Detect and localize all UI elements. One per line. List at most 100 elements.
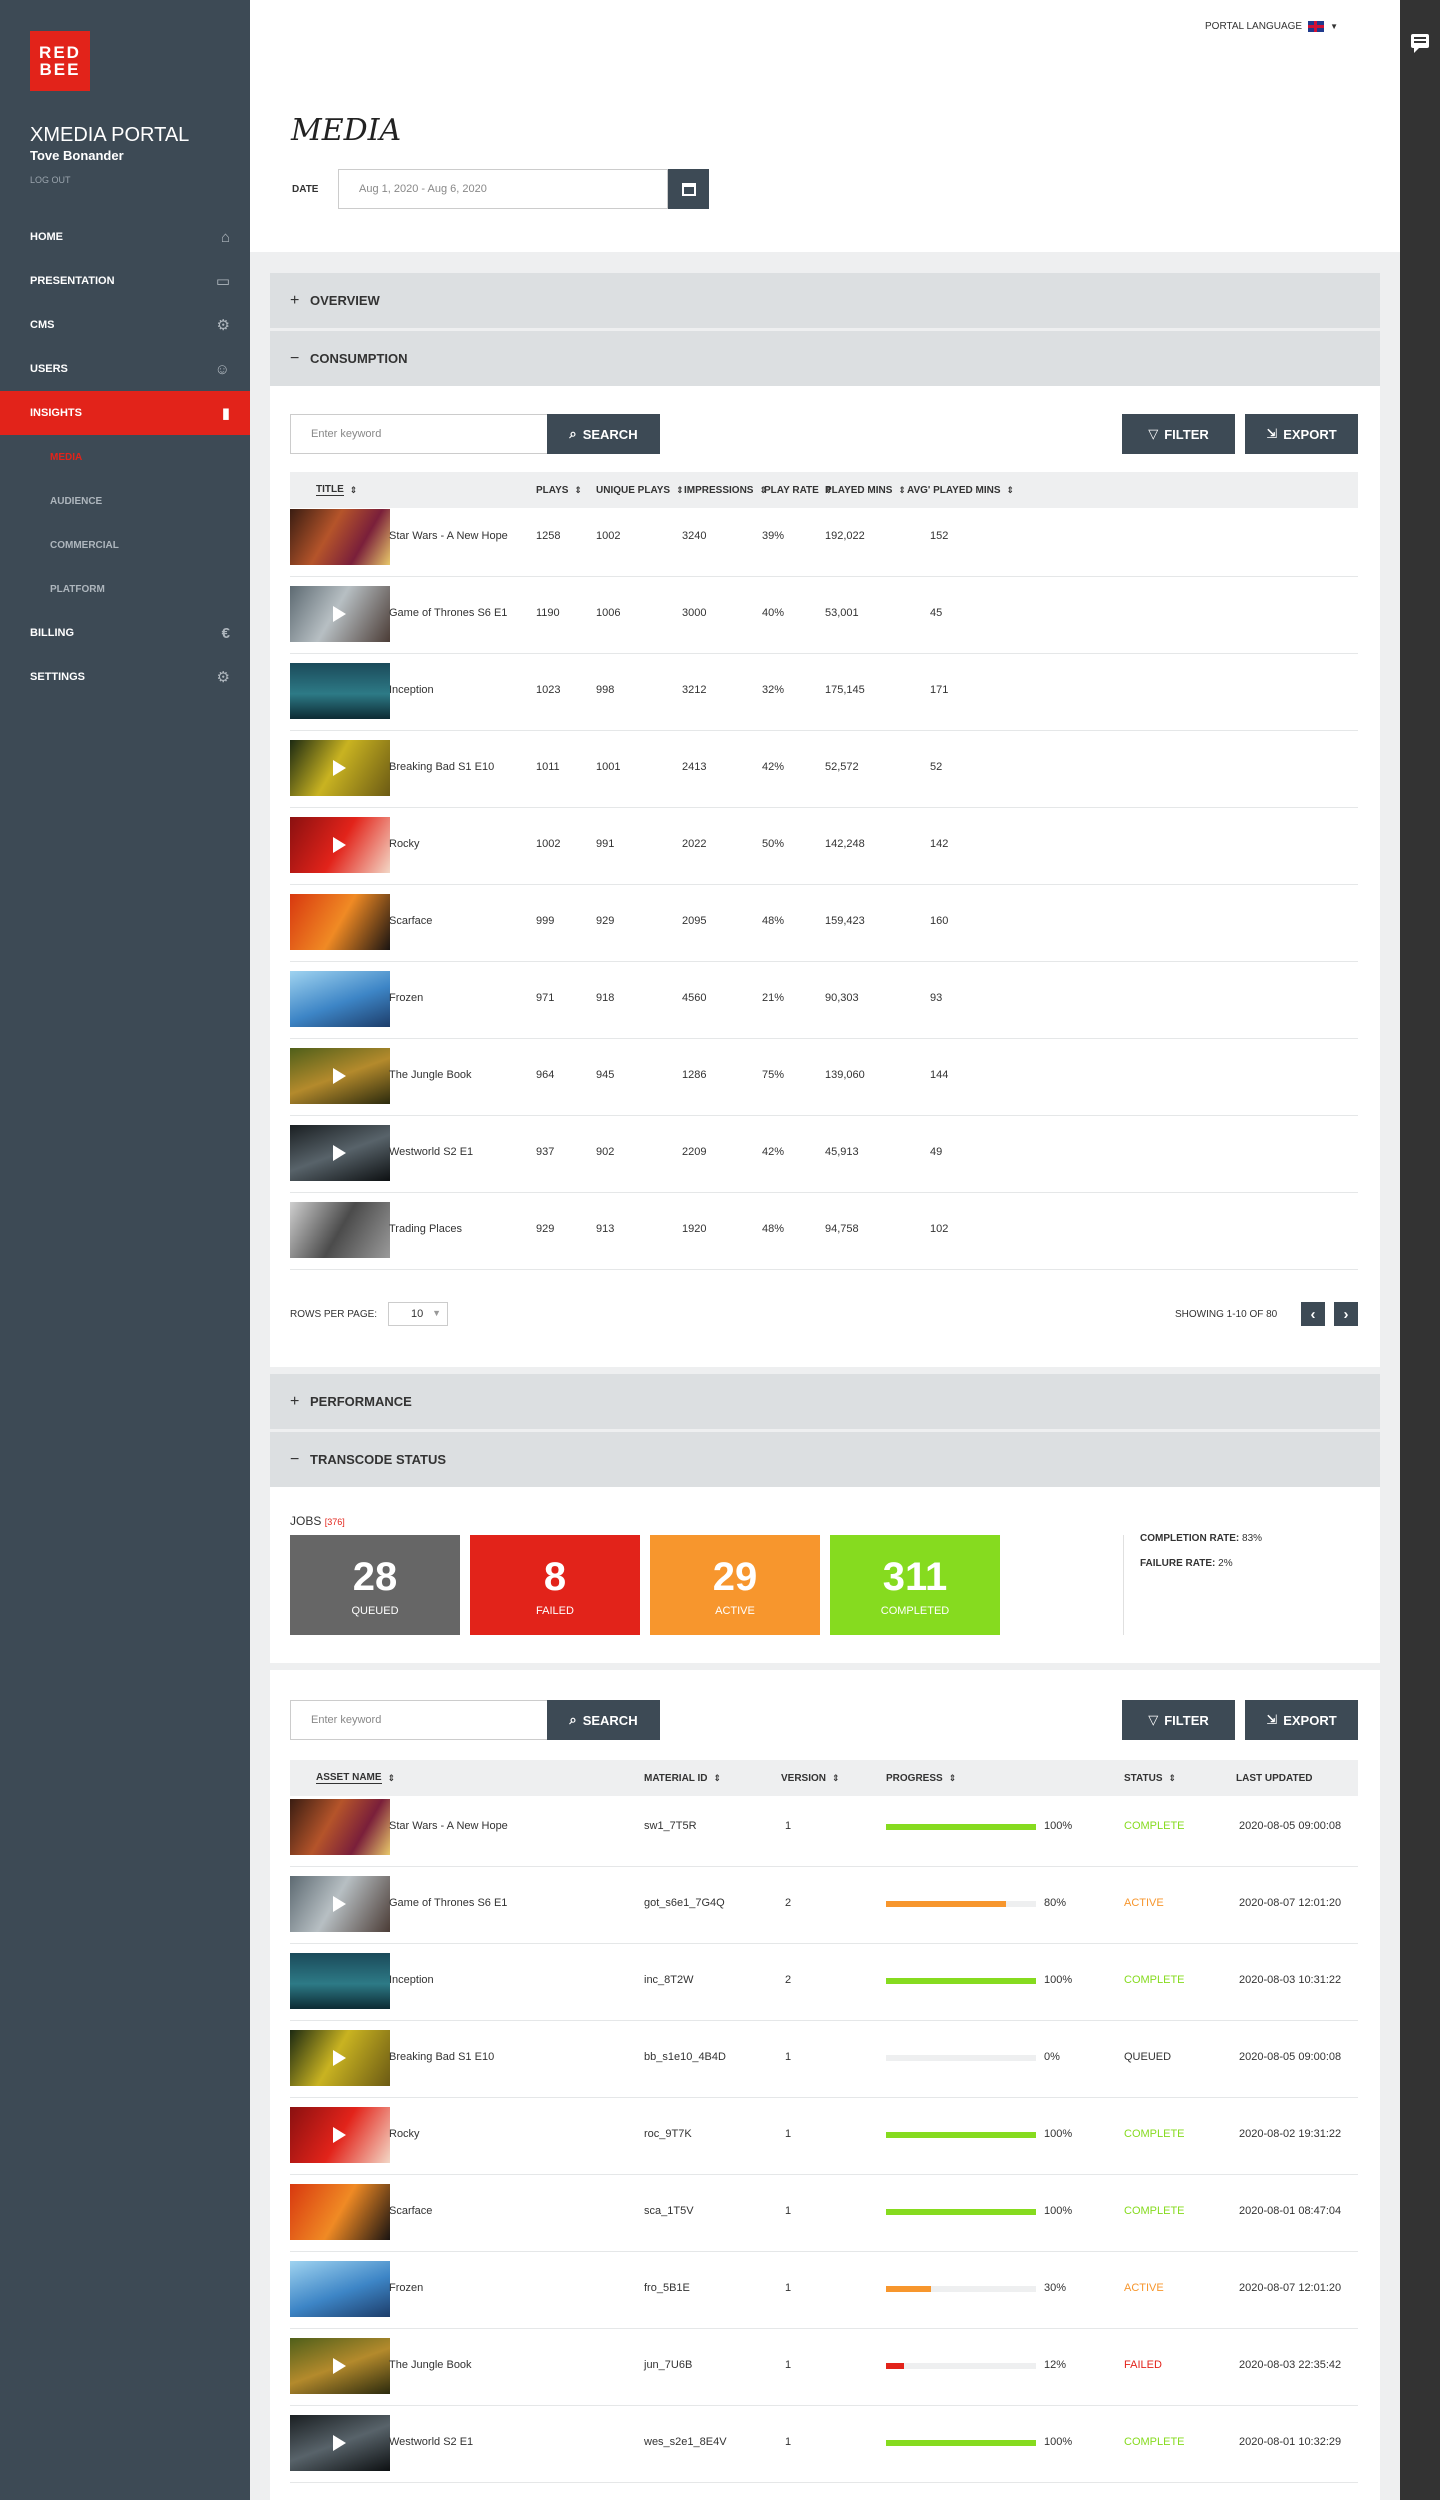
asset-name[interactable]: The Jungle Book [389, 2359, 472, 2371]
table-cell[interactable]: Westworld S2 E1 [389, 1146, 473, 1158]
row-divider [290, 653, 1358, 654]
calendar-button[interactable] [668, 169, 709, 209]
column-header[interactable]: AVG' PLAYED MINS ⇕ [907, 472, 1014, 508]
progress-bar [886, 1978, 1036, 1984]
panel-performance-header[interactable]: + PERFORMANCE [270, 1374, 1380, 1429]
column-header[interactable]: UNIQUE PLAYS ⇕ [596, 472, 684, 508]
nav-item-users[interactable]: USERS ☺ [0, 347, 250, 391]
column-header[interactable]: LAST UPDATED [1236, 1760, 1312, 1796]
column-header[interactable]: PLAY RATE ⇕ [764, 472, 832, 508]
media-thumbnail[interactable] [290, 2030, 390, 2086]
media-thumbnail[interactable] [290, 1953, 390, 2009]
table-cell: 971 [536, 992, 555, 1004]
column-header[interactable]: PROGRESS ⇕ [886, 1760, 956, 1796]
asset-name[interactable]: Game of Thrones S6 E1 [389, 1897, 507, 1909]
job-status-tile[interactable]: 29 ACTIVE [650, 1535, 820, 1635]
table-cell[interactable]: Frozen [389, 992, 423, 1004]
job-status-tile[interactable]: 8 FAILED [470, 1535, 640, 1635]
nav-subitem-platform[interactable]: PLATFORM [0, 567, 250, 611]
nav-item-presentation[interactable]: PRESENTATION ▭ [0, 259, 250, 303]
next-page-button[interactable]: › [1334, 1302, 1358, 1326]
column-header[interactable]: STATUS ⇕ [1124, 1760, 1176, 1796]
progress-bar [886, 2363, 1036, 2369]
media-thumbnail[interactable] [290, 2415, 390, 2471]
progress-bar [886, 2440, 1036, 2446]
media-thumbnail[interactable] [290, 1202, 390, 1258]
date-range-input[interactable]: Aug 1, 2020 - Aug 6, 2020 [338, 169, 668, 209]
job-status-tile[interactable]: 311 COMPLETED [830, 1535, 1000, 1635]
asset-name[interactable]: Frozen [389, 2282, 423, 2294]
media-thumbnail[interactable] [290, 2107, 390, 2163]
table-cell[interactable]: The Jungle Book [389, 1069, 472, 1081]
asset-name[interactable]: Inception [389, 1974, 434, 1986]
transcode-export-button[interactable]: ⇲ EXPORT [1245, 1700, 1358, 1740]
transcode-search-input[interactable]: Enter keyword [290, 1700, 548, 1740]
rows-per-page-select[interactable]: 10 ▼ [388, 1302, 448, 1326]
nav-item-insights[interactable]: INSIGHTS ▮ [0, 391, 250, 435]
panel-transcode-header[interactable]: − TRANSCODE STATUS [270, 1432, 1380, 1487]
table-cell[interactable]: Scarface [389, 915, 432, 927]
table-cell[interactable]: Star Wars - A New Hope [389, 530, 508, 542]
portal-language-select[interactable]: PORTAL LANGUAGE ▼ [1205, 21, 1338, 32]
chevron-left-icon: ‹ [1310, 1305, 1316, 1323]
consumption-search-input[interactable]: Enter keyword [290, 414, 548, 454]
media-thumbnail[interactable] [290, 586, 390, 642]
column-header[interactable]: ASSET NAME ⇕ [316, 1760, 395, 1796]
consumption-search-button[interactable]: ⌕ SEARCH [547, 414, 660, 454]
chat-icon[interactable] [1411, 34, 1429, 53]
nav-subitem-commercial[interactable]: COMMERCIAL [0, 523, 250, 567]
asset-name[interactable]: Scarface [389, 2205, 432, 2217]
column-header[interactable]: IMPRESSIONS ⇕ [684, 472, 767, 508]
media-thumbnail[interactable] [290, 894, 390, 950]
asset-name[interactable]: Breaking Bad S1 E10 [389, 2051, 494, 2063]
transcode-search-button[interactable]: ⌕ SEARCH [547, 1700, 660, 1740]
progress-percent: 80% [1044, 1897, 1067, 1909]
panel-overview-header[interactable]: + OVERVIEW [270, 273, 1380, 328]
media-thumbnail[interactable] [290, 971, 390, 1027]
column-header[interactable]: PLAYED MINS ⇕ [825, 472, 906, 508]
media-thumbnail[interactable] [290, 1048, 390, 1104]
table-cell[interactable]: Inception [389, 684, 434, 696]
column-header[interactable]: VERSION ⇕ [781, 1760, 840, 1796]
asset-name[interactable]: Star Wars - A New Hope [389, 1820, 508, 1832]
media-thumbnail[interactable] [290, 1799, 390, 1855]
table-cell[interactable]: Breaking Bad S1 E10 [389, 761, 494, 773]
table-cell[interactable]: Rocky [389, 838, 420, 850]
media-thumbnail[interactable] [290, 663, 390, 719]
media-thumbnail[interactable] [290, 509, 390, 565]
table-cell: 160 [930, 915, 949, 927]
nav-subitem-audience[interactable]: AUDIENCE [0, 479, 250, 523]
consumption-filter-button[interactable]: ▽ FILTER [1122, 414, 1235, 454]
nav-item-settings[interactable]: SETTINGS ⚙ [0, 655, 250, 699]
media-thumbnail[interactable] [290, 817, 390, 873]
logout-link[interactable]: LOG OUT [30, 175, 71, 185]
table-cell: 139,060 [825, 1069, 865, 1081]
nav-item-cms[interactable]: CMS ⚙ [0, 303, 250, 347]
media-thumbnail[interactable] [290, 1125, 390, 1181]
media-thumbnail[interactable] [290, 2261, 390, 2317]
media-thumbnail[interactable] [290, 1876, 390, 1932]
redbee-logo[interactable]: RED BEE [30, 31, 90, 91]
media-thumbnail[interactable] [290, 2184, 390, 2240]
asset-name[interactable]: Westworld S2 E1 [389, 2436, 473, 2448]
table-cell[interactable]: Trading Places [389, 1223, 462, 1235]
table-cell[interactable]: Game of Thrones S6 E1 [389, 607, 507, 619]
media-thumbnail[interactable] [290, 2338, 390, 2394]
asset-name[interactable]: Rocky [389, 2128, 420, 2140]
nav-label: SETTINGS [30, 671, 86, 683]
column-header[interactable]: MATERIAL ID ⇕ [644, 1760, 721, 1796]
nav-item-home[interactable]: HOME ⌂ [0, 215, 250, 259]
job-status-tile[interactable]: 28 QUEUED [290, 1535, 460, 1635]
nav-subitem-media[interactable]: MEDIA [0, 435, 250, 479]
nav-item-billing[interactable]: BILLING € [0, 611, 250, 655]
sort-icon: ⇕ [898, 484, 906, 495]
chevron-right-icon: › [1343, 1305, 1349, 1323]
caret-down-icon: ▼ [1330, 22, 1338, 31]
transcode-filter-button[interactable]: ▽ FILTER [1122, 1700, 1235, 1740]
column-header[interactable]: PLAYS ⇕ [536, 472, 582, 508]
media-thumbnail[interactable] [290, 740, 390, 796]
column-header[interactable]: TITLE ⇕ [316, 472, 357, 508]
consumption-export-button[interactable]: ⇲ EXPORT [1245, 414, 1358, 454]
panel-consumption-header[interactable]: − CONSUMPTION [270, 331, 1380, 386]
prev-page-button[interactable]: ‹ [1301, 1302, 1325, 1326]
